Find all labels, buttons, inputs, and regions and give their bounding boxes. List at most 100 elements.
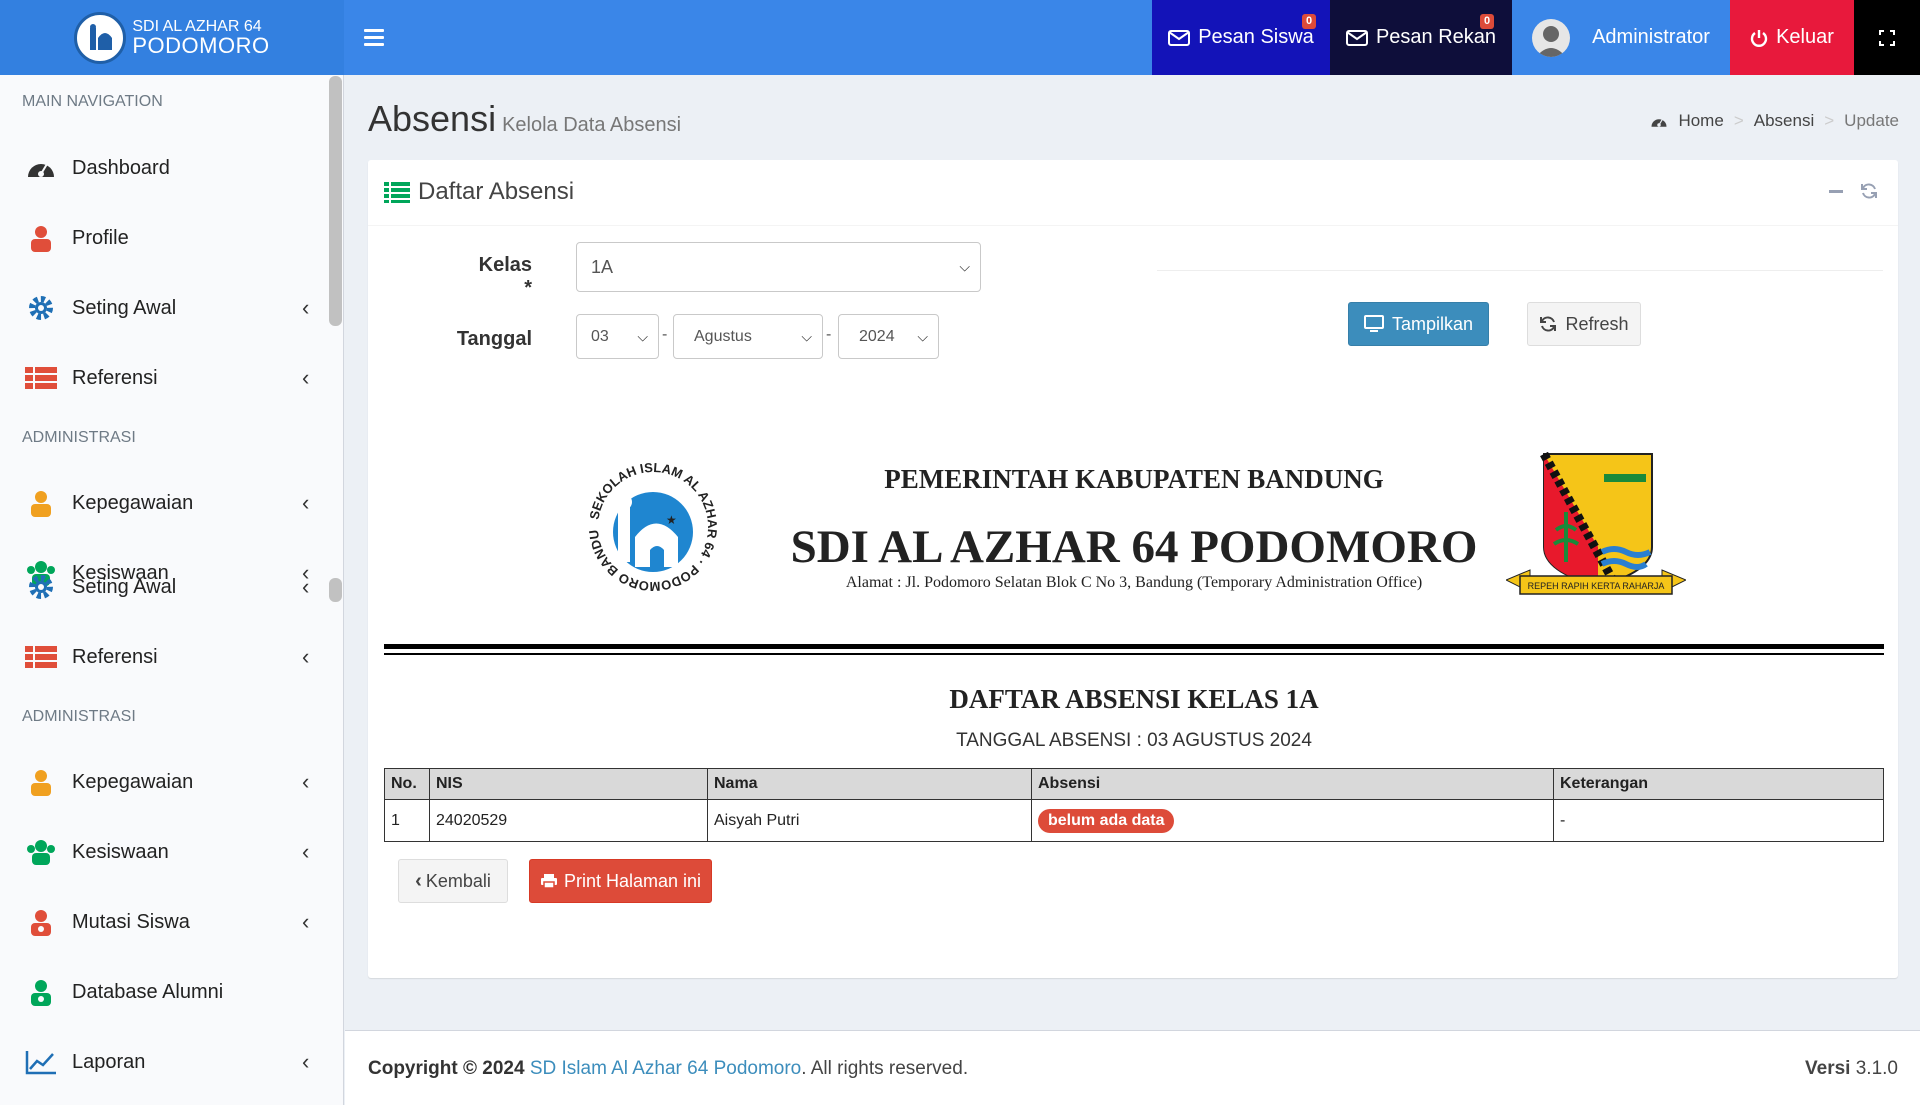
envelope-icon <box>1345 29 1368 46</box>
refresh-button[interactable]: Refresh <box>1527 302 1641 346</box>
sidebar-item-label: Dashboard <box>72 156 170 179</box>
kelas-label: Kelas * <box>478 254 532 299</box>
col-keterangan: Keterangan <box>1553 768 1884 800</box>
school-logo-icon <box>74 11 127 64</box>
pesan-siswa-button[interactable]: Pesan Siswa 0 <box>1152 0 1330 75</box>
app-logo[interactable]: SDI AL AZHAR 64 PODOMORO <box>0 0 344 75</box>
sidebar-item-kepegawaian-2[interactable]: Kepegawaian ‹ <box>0 762 330 802</box>
logout-button[interactable]: Keluar <box>1730 0 1854 75</box>
sidebar-header-administrasi: ADMINISTRASI <box>22 429 136 446</box>
sidebar-item-kepegawaian[interactable]: Kepegawaian ‹ <box>0 483 330 523</box>
sidebar-header-administrasi-2: ADMINISTRASI <box>22 708 136 725</box>
list-icon <box>384 182 410 203</box>
sidebar-item-label: Laporan <box>72 1050 146 1073</box>
year-value: 2024 <box>859 327 895 345</box>
refresh-icon[interactable] <box>1860 182 1878 205</box>
gear-icon <box>24 293 58 323</box>
collapse-icon[interactable] <box>1828 183 1844 204</box>
refresh-label: Refresh <box>1565 313 1629 334</box>
page-title: Absensi Kelola Data Absensi <box>368 98 681 140</box>
tampilkan-button[interactable]: Tampilkan <box>1348 302 1489 346</box>
chevron-left-icon: ‹ <box>415 869 422 892</box>
kembali-button[interactable]: ‹ Kembali <box>398 859 508 903</box>
sidebar-item-referensi[interactable]: Referensi ‹ <box>0 358 330 398</box>
box-title: Daftar Absensi <box>384 178 574 206</box>
chevron-left-icon: ‹ <box>302 909 310 934</box>
breadcrumb-separator: > <box>1733 111 1744 130</box>
day-select[interactable]: 03 ⌵ <box>576 314 659 359</box>
users-icon <box>24 837 58 867</box>
print-button[interactable]: Print Halaman ini <box>529 859 712 903</box>
letterhead-divider <box>384 644 1884 649</box>
sidebar-scrollbar-thumb[interactable] <box>329 578 342 602</box>
dashboard-icon <box>1651 118 1667 127</box>
sidebar-item-dashboard[interactable]: Dashboard <box>0 148 330 188</box>
pesan-siswa-count-badge: 0 <box>1302 14 1317 30</box>
user-menu[interactable]: Administrator <box>1512 0 1730 75</box>
sidebar-item-label: Profile <box>72 226 129 249</box>
user-name: Administrator <box>1592 26 1710 48</box>
breadcrumb-home[interactable]: Home <box>1678 111 1723 131</box>
sidebar-item-kesiswaan-2[interactable]: Kesiswaan ‹ <box>0 832 330 872</box>
cell-keterangan: - <box>1553 799 1884 842</box>
date-separator: - <box>662 326 668 343</box>
emblem-ribbon-text: REPEH RAPIH KERTA RAHARJA <box>1528 581 1665 591</box>
monitor-icon <box>1363 315 1384 332</box>
page-title-text: Absensi <box>368 98 497 139</box>
school-seal-logo: SEKOLAH ISLAM AL AZHAR 64 · PODOMORO BAN… <box>573 440 728 602</box>
staff-icon <box>24 488 58 518</box>
sidebar-item-label: Database Alumni <box>72 980 224 1003</box>
month-value: Agustus <box>694 327 752 345</box>
sidebar-header-main: MAIN NAVIGATION <box>22 93 163 110</box>
breadcrumb-absensi[interactable]: Absensi <box>1754 111 1814 131</box>
chevron-left-icon: ‹ <box>302 295 310 320</box>
chevron-left-icon: ‹ <box>302 365 310 390</box>
fullscreen-button[interactable] <box>1854 0 1920 75</box>
list-icon <box>24 363 58 393</box>
sidebar-item-database-alumni[interactable]: Database Alumni <box>0 972 330 1012</box>
sidebar-item-label: Mutasi Siswa <box>72 910 190 933</box>
cell-nis: 24020529 <box>429 799 708 842</box>
chevron-down-icon: ⌵ <box>637 328 648 344</box>
year-select[interactable]: 2024 ⌵ <box>838 314 939 359</box>
sidebar-item-label: Kepegawaian <box>72 491 194 514</box>
divider <box>1157 270 1883 271</box>
sidebar-scrollbar[interactable] <box>329 76 342 326</box>
col-no: No. <box>384 768 430 800</box>
status-badge: belum ada data <box>1038 808 1175 833</box>
sidebar: MAIN NAVIGATION Dashboard Profile Seting… <box>0 75 344 1105</box>
user-transfer-icon <box>24 907 58 937</box>
day-value: 03 <box>591 327 609 345</box>
chevron-left-icon: ‹ <box>302 769 310 794</box>
letterhead-divider-thin <box>384 653 1884 655</box>
pesan-rekan-label: Pesan Rekan <box>1375 26 1497 48</box>
month-select[interactable]: Agustus ⌵ <box>673 314 823 359</box>
chevron-left-icon: ‹ <box>302 574 310 599</box>
power-icon <box>1750 29 1768 47</box>
sidebar-toggle-icon[interactable] <box>364 24 390 50</box>
print-icon <box>540 874 557 889</box>
sidebar-item-seting-awal[interactable]: Seting Awal ‹ <box>0 288 330 328</box>
sidebar-item-seting-awal-2[interactable]: Seting Awal ‹ <box>0 567 330 607</box>
kelas-value: 1A <box>591 256 614 277</box>
sidebar-item-mutasi-siswa[interactable]: Mutasi Siswa ‹ <box>0 902 330 942</box>
sidebar-item-label: Seting Awal <box>72 296 177 319</box>
page-subtitle: Kelola Data Absensi <box>502 114 682 136</box>
gear-icon <box>24 572 58 602</box>
tanggal-label: Tanggal <box>456 328 532 350</box>
dashboard-icon <box>24 153 58 183</box>
breadcrumb-separator: > <box>1824 111 1835 130</box>
kelas-select[interactable]: 1A ⌵ <box>576 242 981 292</box>
expand-icon <box>1879 29 1895 46</box>
pesan-rekan-button[interactable]: Pesan Rekan 0 <box>1330 0 1512 75</box>
sidebar-item-laporan[interactable]: Laporan ‹ <box>0 1042 330 1082</box>
sidebar-item-referensi-2[interactable]: Referensi ‹ <box>0 637 330 677</box>
absensi-table: No. NIS Nama Absensi Keterangan 1 240205… <box>384 768 1884 842</box>
col-nis: NIS <box>429 768 708 800</box>
chevron-left-icon: ‹ <box>302 644 310 669</box>
org-link[interactable]: SD Islam Al Azhar 64 Podomoro <box>530 1058 801 1079</box>
sidebar-item-label: Referensi <box>72 366 158 389</box>
chevron-left-icon: ‹ <box>302 490 310 515</box>
pesan-siswa-label: Pesan Siswa <box>1198 26 1314 48</box>
sidebar-item-profile[interactable]: Profile <box>0 218 330 258</box>
